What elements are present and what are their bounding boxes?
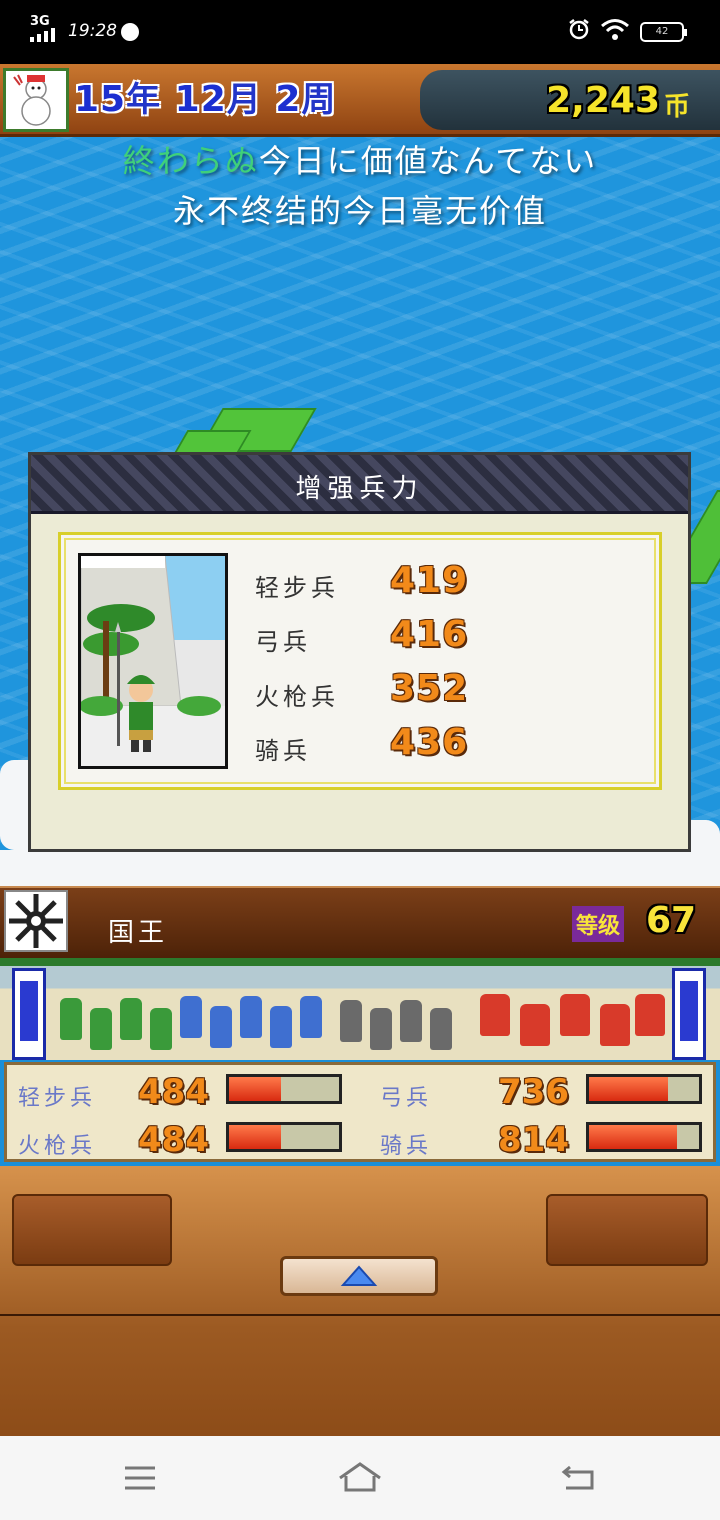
year-unit: 年	[126, 80, 162, 120]
notification-icon	[121, 23, 139, 41]
gunner-soldier	[430, 1008, 452, 1050]
game-date: 15年 12月 2周	[74, 72, 336, 121]
level-label: 等级	[572, 906, 625, 942]
total-label-gunner: 火枪兵	[18, 1134, 97, 1159]
archer-soldier	[270, 1006, 292, 1048]
stat-label-gunner: 火枪兵	[255, 683, 339, 711]
week-value: 2	[275, 79, 302, 120]
stat-value-cavalry: 436	[390, 722, 469, 763]
up-arrow-icon	[340, 1265, 378, 1286]
month-unit: 月	[226, 80, 262, 120]
snowman-icon	[13, 74, 51, 126]
sun-crest-icon	[9, 894, 63, 948]
left-banner	[12, 968, 46, 1060]
stat-label-archer: 弓兵	[255, 628, 311, 656]
total-value-archer: 736	[498, 1072, 569, 1112]
cavalry-soldier	[520, 1004, 550, 1046]
stat-value-gunner: 352	[390, 668, 469, 709]
soldier-portrait-icon	[81, 556, 225, 766]
home-icon[interactable]	[336, 1460, 384, 1494]
stat-label-cavalry: 骑兵	[255, 737, 311, 765]
left-command-button[interactable]	[12, 1194, 172, 1266]
general-portrait	[78, 553, 228, 769]
money-unit: 币	[663, 92, 690, 122]
gunner-soldier	[340, 1000, 362, 1042]
army-formation	[0, 958, 720, 1060]
gauge-archer	[586, 1074, 702, 1104]
alarm-icon	[569, 19, 589, 40]
archer-soldier	[300, 996, 322, 1038]
infantry-soldier	[150, 1008, 172, 1050]
back-icon[interactable]	[560, 1464, 598, 1494]
menu-icon[interactable]	[122, 1464, 158, 1492]
clock: 19:28	[68, 21, 117, 41]
stat-label-light-infantry: 轻步兵	[255, 574, 339, 602]
cavalry-soldier	[600, 1004, 630, 1046]
stat-value-archer: 416	[390, 614, 469, 655]
total-label-cavalry: 骑兵	[380, 1134, 433, 1159]
battery-icon: 42	[640, 22, 687, 42]
wifi-icon	[601, 19, 629, 40]
cavalry-soldier	[560, 994, 590, 1036]
lyric-line-1: 終わらぬ今日に価値なんてない	[0, 136, 720, 182]
dialog-title: 增强兵力	[295, 474, 424, 504]
divider	[0, 1314, 720, 1316]
right-command-button[interactable]	[546, 1194, 708, 1266]
cloud	[0, 850, 720, 886]
total-value-cavalry: 814	[498, 1120, 569, 1160]
archer-soldier	[240, 996, 262, 1038]
system-nav-bar	[0, 1436, 720, 1520]
lyric-rest: 今日に価値なんてない	[258, 142, 598, 180]
week-unit: 周	[301, 80, 337, 120]
infantry-soldier	[60, 998, 82, 1040]
level-value: 67	[646, 900, 697, 941]
lyric-line-2: 永不终结的今日毫无价值	[172, 192, 547, 230]
stat-value-light-infantry: 419	[390, 560, 469, 601]
status-bar: 3G 19:28 42	[0, 0, 720, 64]
total-label-archer: 弓兵	[380, 1086, 433, 1111]
archer-soldier	[180, 996, 202, 1038]
total-value-gunner: 484	[138, 1120, 209, 1160]
archer-soldier	[210, 1006, 232, 1048]
gauge-gunner	[226, 1122, 342, 1152]
expand-menu-button[interactable]	[280, 1256, 438, 1296]
clan-crest	[4, 890, 68, 952]
money-value: 2,243	[546, 80, 660, 121]
cavalry-soldier	[635, 994, 665, 1036]
right-banner	[672, 968, 706, 1060]
total-value-light-infantry: 484	[138, 1072, 209, 1112]
gauge-cavalry	[586, 1122, 702, 1152]
infantry-soldier	[90, 1008, 112, 1050]
season-avatar[interactable]	[3, 68, 69, 132]
lord-title: 国王	[108, 918, 169, 948]
total-label-light-infantry: 轻步兵	[18, 1086, 97, 1111]
gauge-light-infantry	[226, 1074, 342, 1104]
infantry-soldier	[120, 998, 142, 1040]
gunner-soldier	[400, 1000, 422, 1042]
lyric-highlight: 終わらぬ	[122, 142, 259, 180]
month-value: 12	[174, 79, 227, 120]
network-type: 3G	[30, 14, 50, 29]
signal-icon	[30, 28, 60, 42]
year-value: 15	[74, 79, 127, 120]
cavalry-soldier	[480, 994, 510, 1036]
gunner-soldier	[370, 1008, 392, 1050]
